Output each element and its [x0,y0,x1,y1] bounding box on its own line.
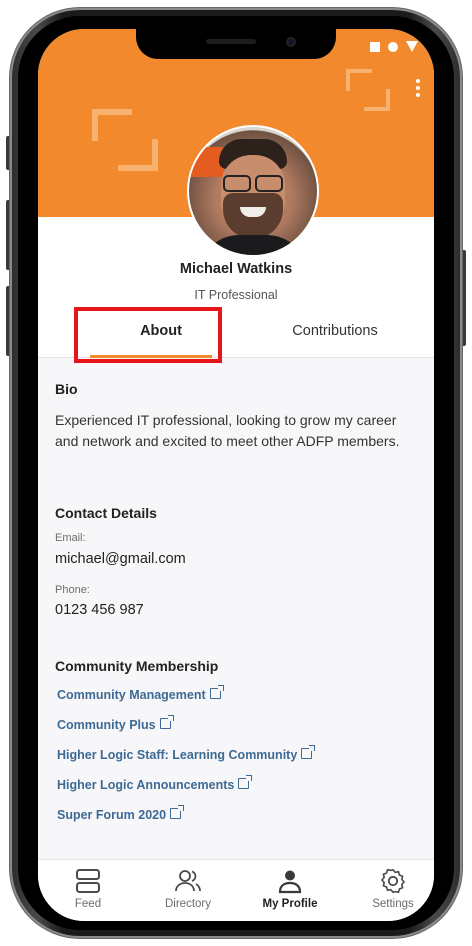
community-link-label: Super Forum 2020 [57,808,167,822]
notch [136,29,336,59]
external-link-icon [170,805,185,819]
status-circle-icon [388,41,398,52]
nav-my-profile[interactable]: My Profile [250,868,330,910]
nav-settings[interactable]: Settings [353,868,433,910]
speaker-grille [206,39,256,44]
community-heading: Community Membership [55,658,219,674]
highlight-box [74,307,222,363]
phone-value[interactable]: 0123 456 987 [55,602,144,618]
nav-directory-label: Directory [164,898,211,910]
nav-feed[interactable]: Feed [48,868,128,910]
bottom-nav: Feed Directory My Profile Settings [38,859,434,921]
email-label: Email: [55,532,86,544]
profile-role: IT Professional [194,288,278,302]
external-link-icon [301,745,316,759]
avatar [187,125,319,257]
nav-feed-label: Feed [74,898,102,910]
external-link-icon [238,775,253,789]
external-link-icon [159,715,174,729]
profile-icon [278,870,302,894]
phone-screen: Michael Watkins IT Professional About Co… [38,29,434,921]
bio-text: Experienced IT professional, looking to … [55,412,400,449]
community-link[interactable]: Higher Logic Staff: Learning Community [57,745,316,762]
nav-settings-label: Settings [372,898,414,910]
community-link-label: Higher Logic Staff: Learning Community [57,748,298,762]
status-square-icon [370,41,380,52]
community-link[interactable]: Community Management [57,685,224,702]
kebab-menu-icon[interactable] [416,79,420,97]
phone-label: Phone: [55,584,90,596]
status-triangle-icon [406,41,418,52]
settings-gear-icon [381,868,405,894]
external-link-icon [209,685,224,699]
community-link[interactable]: Higher Logic Announcements [57,775,253,792]
nav-directory[interactable]: Directory [148,868,228,910]
bio-heading: Bio [55,381,78,397]
decor-bracket-right [346,69,390,111]
community-link-label: Community Management [57,688,206,702]
community-link[interactable]: Super Forum 2020 [57,805,185,822]
status-bar [370,41,418,52]
directory-icon [175,870,201,892]
community-link-label: Higher Logic Announcements [57,778,235,792]
community-link-label: Community Plus [57,718,156,732]
tab-contributions[interactable]: Contributions [268,323,402,339]
email-value[interactable]: michael@gmail.com [55,551,186,567]
feed-icon [76,869,100,893]
decor-bracket-left [92,109,158,171]
community-link[interactable]: Community Plus [57,715,174,732]
profile-name: Michael Watkins [179,261,293,277]
front-camera [286,37,296,47]
nav-my-profile-label: My Profile [262,898,318,910]
contact-heading: Contact Details [55,505,157,521]
